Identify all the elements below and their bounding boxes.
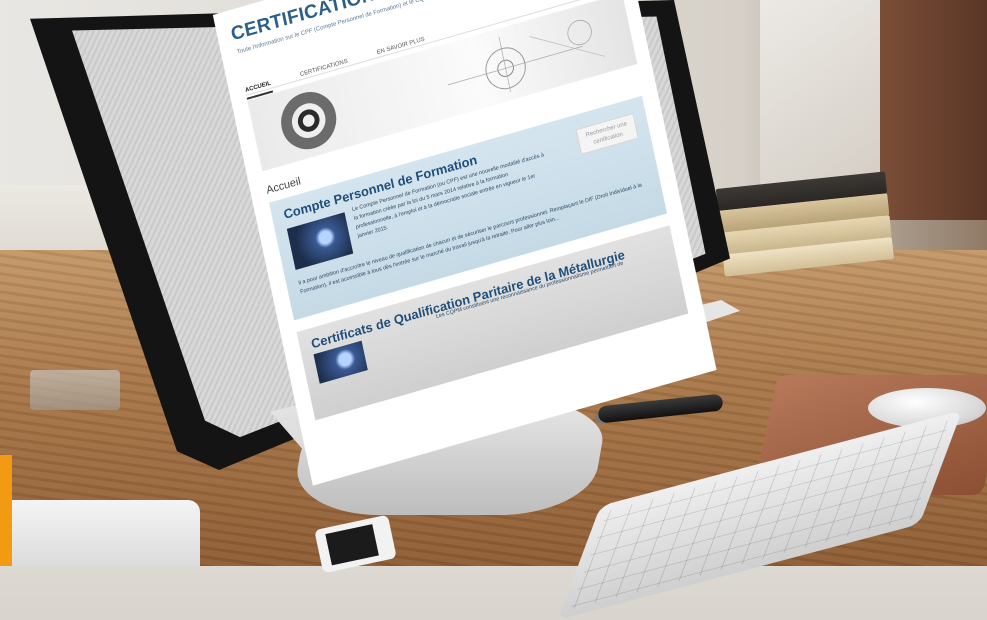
page-title: Accueil [265,175,302,197]
orange-accent [0,455,12,566]
white-object [0,500,200,566]
monitor: CERTIFICATIONS INDUSTRIELLES Toute l'inf… [30,0,740,486]
welding-image [286,212,354,271]
bearing-image [275,85,342,156]
wooden-panel [880,0,987,220]
phone-screen [325,524,379,566]
book-stack [715,171,895,278]
website: CERTIFICATIONS INDUSTRIELLES Toute l'inf… [175,0,717,486]
search-certification-button[interactable]: Rechercher une certification [575,112,639,155]
